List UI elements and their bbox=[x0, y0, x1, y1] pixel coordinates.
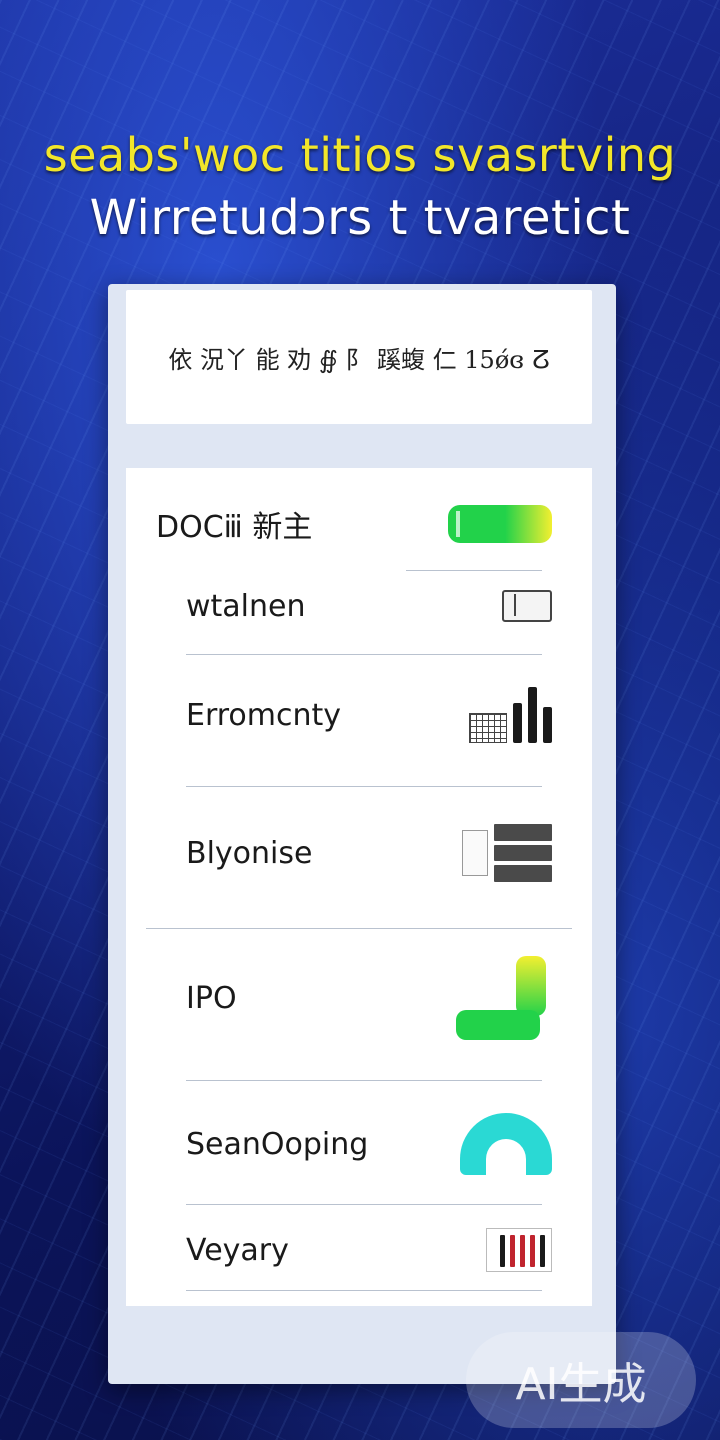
list-item-label: DOCⅲ 新主 bbox=[156, 510, 313, 545]
toggle-pill-icon[interactable] bbox=[448, 505, 552, 543]
divider bbox=[186, 1080, 542, 1081]
ai-generated-watermark: AI生成 bbox=[466, 1332, 696, 1428]
list-item-ipo[interactable]: IPO bbox=[186, 948, 552, 1048]
headline-line-1: seabs'woc titios svasrtving bbox=[43, 128, 677, 182]
list-item-label: wtalnen bbox=[186, 588, 306, 624]
divider bbox=[186, 1290, 542, 1291]
divider bbox=[406, 570, 542, 571]
dome-icon bbox=[460, 1113, 552, 1175]
list-item-label: Veyary bbox=[186, 1232, 289, 1268]
list-item-doc[interactable]: DOCⅲ 新主 bbox=[156, 494, 552, 554]
list-item-label: Erromcnty bbox=[186, 697, 342, 733]
watermark-text: AI生成 bbox=[515, 1359, 647, 1410]
divider bbox=[186, 1204, 542, 1205]
divider bbox=[186, 786, 542, 787]
options-list: DOCⅲ 新主 wtalnen Erromcnty Blyonise IPO S… bbox=[126, 468, 592, 1306]
divider bbox=[186, 654, 542, 655]
bars-icon bbox=[486, 1228, 552, 1272]
list-item-erromcnty[interactable]: Erromcnty bbox=[186, 682, 552, 748]
main-card: 依 況丫 能 劝 ∯ 阝 蹊蝮 仁 15ǿɞ ⵒ DOCⅲ 新主 wtalnen… bbox=[108, 284, 616, 1384]
divider bbox=[146, 928, 572, 929]
table-sheet-icon bbox=[462, 824, 552, 882]
grid-bar-chart-icon bbox=[469, 687, 552, 743]
list-item-blyonise[interactable]: Blyonise bbox=[186, 818, 552, 888]
headline-line-2: Wirretudɔrs t tvaretict bbox=[89, 190, 631, 246]
list-item-label: Blyonise bbox=[186, 835, 313, 871]
list-item-seanooping[interactable]: SeanOoping bbox=[186, 1108, 552, 1180]
pipe-icon bbox=[456, 956, 552, 1040]
list-item-label: IPO bbox=[186, 980, 237, 1016]
list-item-label: SeanOoping bbox=[186, 1126, 369, 1162]
search-text: 依 況丫 能 劝 ∯ 阝 蹊蝮 仁 15ǿɞ ⵒ bbox=[168, 345, 550, 374]
list-item-wtalnen[interactable]: wtalnen bbox=[186, 578, 552, 634]
search-box[interactable]: 依 況丫 能 劝 ∯ 阝 蹊蝮 仁 15ǿɞ ⵒ bbox=[126, 290, 592, 424]
document-card-icon bbox=[502, 590, 552, 622]
list-item-veyary[interactable]: Veyary bbox=[186, 1218, 552, 1282]
